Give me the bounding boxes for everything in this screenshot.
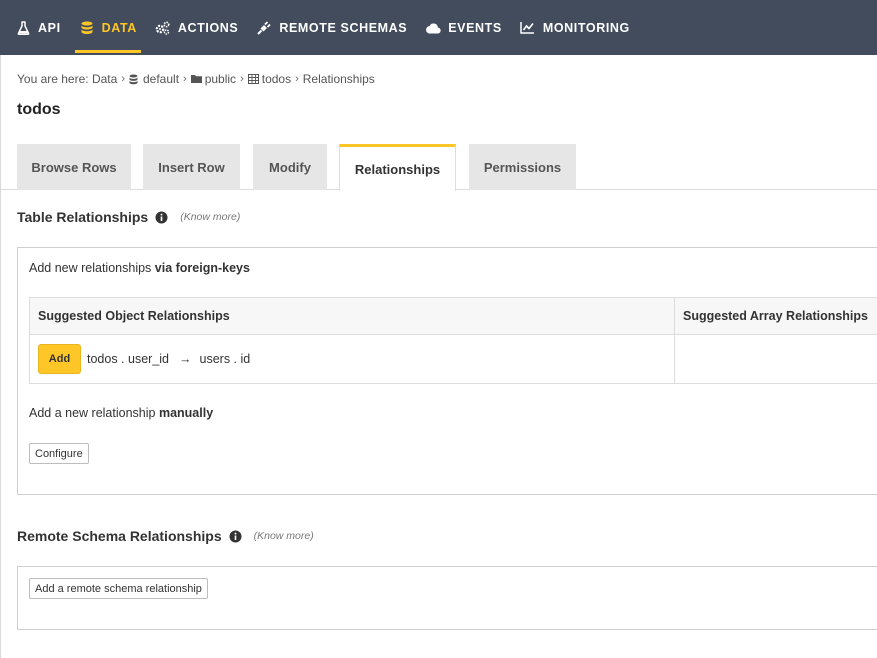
breadcrumb-table-link[interactable]: todos xyxy=(262,72,291,86)
chevron-right-icon: › xyxy=(240,73,244,85)
nav-item-actions[interactable]: ACTIONS xyxy=(146,0,247,55)
table-relationships-heading: Table Relationships (Know more) xyxy=(17,209,240,225)
nav-item-label: REMOTE SCHEMAS xyxy=(279,20,408,35)
tab-modify[interactable]: Modify xyxy=(253,144,327,190)
breadcrumb-prefix: You are here: xyxy=(17,72,89,86)
add-remote-schema-relationship-button[interactable]: Add a remote schema relationship xyxy=(29,578,208,599)
relationship-mapping: todos . user_id → users . id xyxy=(87,352,250,366)
nav-item-label: API xyxy=(38,20,61,35)
array-relationships-header: Suggested Array Relationships xyxy=(683,309,868,323)
table-relationships-panel: Add new relationships via foreign-keys S… xyxy=(17,247,877,495)
manual-text: Add a new relationship xyxy=(29,406,156,420)
breadcrumb-schema-link[interactable]: public xyxy=(205,72,236,86)
breadcrumb-current: Relationships xyxy=(302,72,375,86)
relationship-from: todos . user_id xyxy=(87,352,169,366)
add-relationship-button[interactable]: Add xyxy=(38,344,81,374)
chevron-right-icon: › xyxy=(121,73,125,85)
know-more-link[interactable]: (Know more) xyxy=(254,530,314,542)
chevron-right-icon: › xyxy=(183,73,187,85)
breadcrumb-source-link[interactable]: default xyxy=(143,72,179,86)
tab-browse-rows[interactable]: Browse Rows xyxy=(17,144,131,190)
folder-icon xyxy=(190,74,202,85)
cogs-icon xyxy=(155,20,171,36)
top-navigation: API DATA ACTIONS REMOTE SCHEMAS EVENTS M… xyxy=(0,0,877,55)
manual-bold: manually xyxy=(158,406,214,420)
breadcrumb: You are here: Data › default › public › … xyxy=(17,72,375,86)
cloud-icon xyxy=(425,20,441,36)
table-row: Add todos . user_id → users . id xyxy=(30,335,877,383)
foreign-keys-caption: Add new relationships via foreign-keys xyxy=(29,261,250,275)
page-title: todos xyxy=(17,101,61,118)
section-title-text: Remote Schema Relationships xyxy=(17,528,222,544)
know-more-link[interactable]: (Know more) xyxy=(180,211,240,223)
configure-button[interactable]: Configure xyxy=(29,443,89,464)
table-header: Suggested Object Relationships Suggested… xyxy=(30,298,877,335)
tab-relationships[interactable]: Relationships xyxy=(339,144,456,191)
database-icon xyxy=(129,74,140,85)
nav-item-monitoring[interactable]: MONITORING xyxy=(511,0,639,55)
nav-item-label: EVENTS xyxy=(448,20,502,35)
tab-bar: Browse Rows Insert Row Modify Relationsh… xyxy=(17,144,877,191)
remote-schema-relationships-panel: Add a remote schema relationship xyxy=(17,566,877,630)
foreign-keys-text: Add new relationships xyxy=(29,261,152,275)
tab-permissions[interactable]: Permissions xyxy=(469,144,576,190)
nav-item-data[interactable]: DATA xyxy=(70,0,146,55)
database-icon xyxy=(79,20,95,36)
flask-icon xyxy=(15,20,31,36)
object-relationships-header: Suggested Object Relationships xyxy=(30,298,675,334)
nav-item-api[interactable]: API xyxy=(6,0,70,55)
table-icon xyxy=(247,73,259,85)
suggested-relationships-table: Suggested Object Relationships Suggested… xyxy=(29,297,877,384)
info-icon[interactable] xyxy=(229,530,242,543)
chevron-right-icon: › xyxy=(295,73,299,85)
relationship-to: users . id xyxy=(199,352,251,366)
breadcrumb-data-link[interactable]: Data xyxy=(92,72,117,86)
info-icon[interactable] xyxy=(155,211,168,224)
tab-insert-row[interactable]: Insert Row xyxy=(143,144,240,190)
foreign-keys-bold: via foreign-keys xyxy=(154,261,250,275)
main-content: You are here: Data › default › public › … xyxy=(0,55,877,658)
nav-item-events[interactable]: EVENTS xyxy=(416,0,511,55)
plug-icon xyxy=(256,20,272,36)
nav-item-label: DATA xyxy=(101,20,137,35)
nav-item-label: MONITORING xyxy=(542,20,630,35)
object-relationship-cell: Add todos . user_id → users . id xyxy=(30,335,675,383)
arrow-right-icon: → xyxy=(179,352,192,366)
nav-item-remote-schemas[interactable]: REMOTE SCHEMAS xyxy=(247,0,416,55)
manual-caption: Add a new relationship manually xyxy=(29,406,213,420)
array-relationship-cell xyxy=(675,335,877,383)
remote-schema-relationships-heading: Remote Schema Relationships (Know more) xyxy=(17,528,314,544)
line-chart-icon xyxy=(520,20,536,36)
section-title-text: Table Relationships xyxy=(17,209,149,225)
nav-item-label: ACTIONS xyxy=(177,20,239,35)
